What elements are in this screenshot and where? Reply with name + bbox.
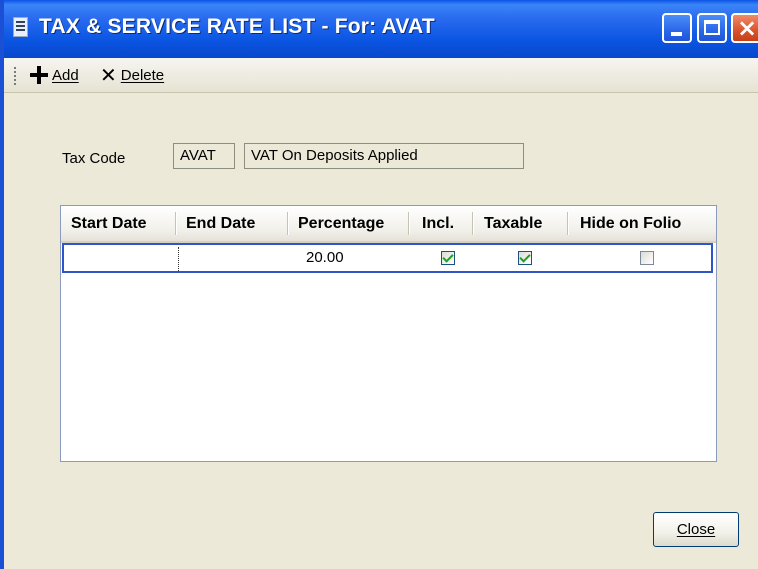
column-separator[interactable] [287,212,288,235]
column-separator[interactable] [472,212,473,235]
window-close-button[interactable]: × [731,13,758,43]
close-button[interactable]: Close [653,512,739,547]
tax-code-field: AVAT [173,143,235,169]
plus-icon [30,66,48,84]
table-row[interactable]: 20.00 [62,243,713,273]
delete-x-icon: ✕ [100,63,117,87]
column-header-percentage[interactable]: Percentage [298,206,384,241]
toolbar-grip-handle[interactable] [14,67,16,85]
maximize-icon [704,20,720,35]
column-header-start-date[interactable]: Start Date [71,206,147,241]
minimize-icon [671,32,682,36]
column-header-end-date[interactable]: End Date [186,206,255,241]
tax-code-label: Tax Code [62,150,126,167]
percentage-cell[interactable]: 20.00 [306,245,344,271]
delete-button[interactable]: ✕ Delete [100,64,164,86]
app-icon [13,17,28,37]
window-title: TAX & SERVICE RATE LIST - For: AVAT [39,15,435,38]
toolbar: Add ✕ Delete [4,58,758,93]
cell-divider [178,247,179,271]
column-separator[interactable] [567,212,568,235]
rate-grid[interactable]: Start Date End Date Percentage Incl. Tax… [60,205,717,462]
minimize-button[interactable] [662,13,692,43]
hide-on-folio-checkbox[interactable] [640,251,654,265]
title-bar[interactable]: TAX & SERVICE RATE LIST - For: AVAT × [0,0,758,58]
grid-header: Start Date End Date Percentage Incl. Tax… [61,206,716,243]
close-button-label: Close [676,521,716,538]
incl-checkbox[interactable] [441,251,455,265]
tax-service-rate-window: TAX & SERVICE RATE LIST - For: AVAT × Ad… [0,0,758,569]
column-header-taxable[interactable]: Taxable [484,206,542,241]
delete-button-label: Delete [120,66,165,84]
column-separator[interactable] [175,212,176,235]
close-icon: × [737,14,758,42]
tax-description-field: VAT On Deposits Applied [244,143,524,169]
column-header-incl[interactable]: Incl. [422,206,454,241]
column-header-hide-on-folio[interactable]: Hide on Folio [580,206,681,241]
maximize-button[interactable] [697,13,727,43]
add-button-label: Add [52,66,79,84]
add-button[interactable]: Add [30,64,79,86]
taxable-checkbox[interactable] [518,251,532,265]
column-separator[interactable] [408,212,409,235]
